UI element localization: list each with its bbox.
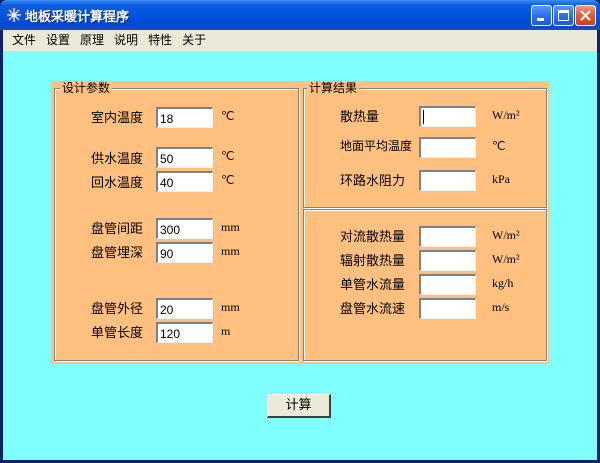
results-title: 计算结果 [307,81,360,95]
close-button[interactable] [575,5,596,26]
minimize-button[interactable] [531,5,552,26]
text-caret [423,110,424,124]
return-temp-input[interactable] [156,171,213,192]
pipe-depth-input[interactable] [156,242,213,263]
app-window: 地板采暖计算程序 文件 设置 原理 说明 特性 关于 设计参数 室内温度 18 … [0,0,600,463]
menu-about[interactable]: 关于 [177,31,211,50]
single-pipe-flow-output[interactable] [419,274,476,295]
pipe-water-velocity-label: 盘管水流速 [340,302,406,317]
heat-dissipation-label: 散热量 [340,110,380,125]
menu-file[interactable]: 文件 [7,31,41,50]
heat-dissipation-output[interactable] [419,106,476,127]
menu-instructions[interactable]: 说明 [109,31,143,50]
pipe-spacing-input[interactable] [156,218,213,239]
pipe-water-velocity-unit: m/s [492,300,510,314]
loop-resistance-output[interactable] [419,170,476,191]
convective-heat-unit: W/m² [492,228,520,242]
single-pipe-flow-label: 单管水流量 [340,278,406,293]
supply-temp-unit: ℃ [221,149,235,163]
return-temp-label: 回水温度 [91,176,144,191]
pipe-length-unit: m [221,324,231,338]
maximize-button[interactable] [553,5,574,26]
avg-floor-temp-label: 地面平均温度 [340,139,413,153]
pipe-depth-label: 盘管埋深 [91,246,144,261]
convective-heat-label: 对流散热量 [340,230,406,245]
calculate-button[interactable]: 计算 [267,394,331,418]
return-temp-unit: ℃ [221,173,235,187]
pipe-depth-unit: mm [221,244,240,258]
pipe-diameter-label: 盘管外径 [91,302,144,317]
indoor-temp-unit: ℃ [221,109,235,123]
convective-heat-output[interactable] [419,226,476,247]
loop-resistance-label: 环路水阻力 [340,174,406,189]
heat-dissipation-unit: W/m² [492,108,520,122]
design-params-panel: 设计参数 室内温度 ℃ 供水温度 ℃ 回水温度 ℃ 盘管间距 mm 盘管埋深 m… [51,81,301,364]
menu-properties[interactable]: 特性 [143,31,177,50]
window-title: 地板采暖计算程序 [25,10,130,25]
pipe-length-label: 单管长度 [91,326,144,341]
avg-floor-temp-unit: ℃ [492,139,506,153]
menu-settings[interactable]: 设置 [41,31,75,50]
radiant-heat-label: 辐射散热量 [340,254,406,269]
indoor-temp-input[interactable] [156,107,213,128]
snowflake-app-icon [7,8,21,22]
design-params-title: 设计参数 [60,81,113,95]
single-pipe-flow-unit: kg/h [492,276,514,290]
menu-principle[interactable]: 原理 [75,31,109,50]
pipe-diameter-input[interactable] [156,298,213,319]
client-area: 设计参数 室内温度 ℃ 供水温度 ℃ 回水温度 ℃ 盘管间距 mm 盘管埋深 m… [3,51,597,460]
results-panel: 计算结果 散热量 W/m² 地面平均温度 ℃ 环路水阻力 kPa 对流散热量 W… [301,81,549,364]
close-icon [580,10,591,21]
supply-temp-label: 供水温度 [91,152,144,167]
minimize-icon [537,18,544,21]
pipe-spacing-unit: mm [221,220,240,234]
pipe-length-input[interactable] [156,322,213,343]
avg-floor-temp-output[interactable] [419,137,476,158]
menu-bar: 文件 设置 原理 说明 特性 关于 [3,30,597,51]
indoor-temp-label: 室内温度 [91,111,144,126]
maximize-icon [558,10,569,21]
radiant-heat-output[interactable] [419,250,476,271]
pipe-spacing-label: 盘管间距 [91,222,144,237]
pipe-diameter-unit: mm [221,300,240,314]
pipe-water-velocity-output[interactable] [419,298,476,319]
title-bar[interactable]: 地板采暖计算程序 [0,0,600,30]
loop-resistance-unit: kPa [492,172,510,186]
supply-temp-input[interactable] [156,147,213,168]
radiant-heat-unit: W/m² [492,252,520,266]
